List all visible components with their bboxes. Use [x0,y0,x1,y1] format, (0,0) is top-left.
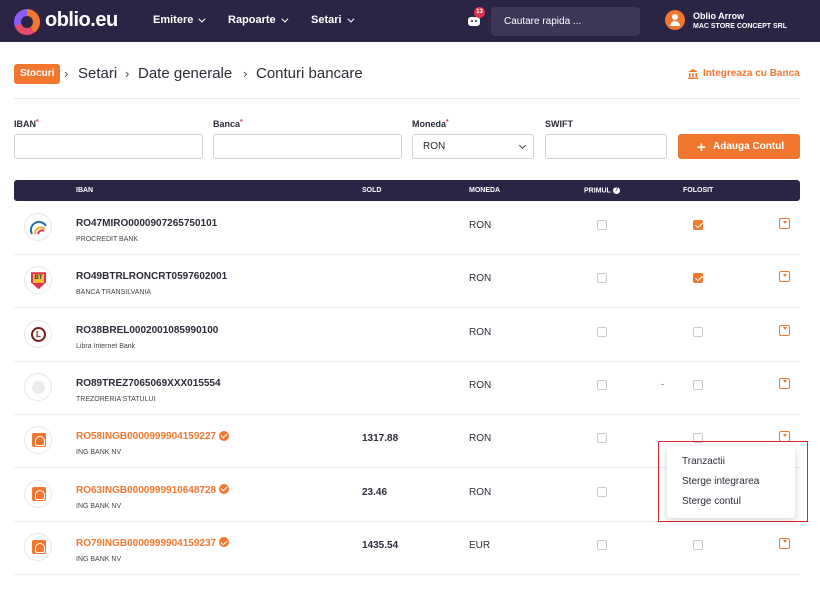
bank-icon [688,69,698,79]
add-account-button[interactable]: + Adauga Contul [678,134,800,159]
libra-logo-icon: L [24,319,52,348]
swift-label: SWIFT [545,119,573,129]
th-folosit: FOLOSIT [683,187,714,194]
menu-item-sterge-integrarea[interactable]: Sterge integrarea [682,476,759,487]
row-dropdown-button[interactable] [779,537,790,549]
divider [14,98,800,99]
currency-value: RON [469,486,492,498]
primul-checkbox[interactable] [597,379,607,390]
row-dropdown-button[interactable] [779,377,790,389]
folosit-checkbox[interactable] [693,273,703,284]
chevron-down-icon [518,141,527,150]
currency-value: RON [469,433,492,445]
th-moneda: MONEDA [469,187,501,194]
user-avatar-icon[interactable] [665,10,685,30]
primul-checkbox[interactable] [597,486,607,497]
bank-name: ING BANK NV [76,449,122,457]
folosit-checkbox[interactable] [693,220,703,230]
sold-value: 23.46 [362,486,388,498]
bank-name: PROCREDIT BANK [76,236,139,243]
nav-setari[interactable]: Setari [311,14,355,26]
row-dropdown-button[interactable] [779,218,790,229]
iban-value: RO89TREZ7065069XXX015554 [76,377,221,389]
currency-value: EUR [469,539,491,551]
verified-check-icon [219,483,230,494]
table-row: RO89TREZ7065069XXX015554 TREZORERIA STATU… [14,362,800,415]
iban-label: IBAN* [14,119,39,129]
iban-value[interactable]: RO63INGB0000999910648728 [76,483,230,496]
table-row: BT RO49BTRLRONCRT0597602001 BANCA TRANSILV… [14,255,800,309]
table-row: RO79INGB0000999904159237 ING BANK NV 1435.… [14,522,800,575]
user-name[interactable]: Oblio Arrow [693,11,744,21]
primul-checkbox[interactable] [597,433,607,444]
folosit-checkbox[interactable] [693,326,703,337]
trezorerie-logo-icon [24,372,52,401]
bank-name: TREZORERIA STATULUI [76,395,156,403]
user-company[interactable]: MAC STORE CONCEPT SRL [693,23,787,30]
breadcrumb-separator: › [64,66,69,81]
table-row: RO47MIRO0000907265750101 PROCREDIT BANK RO… [14,202,800,255]
procredit-logo-icon [24,213,52,241]
integrate-bank-link[interactable]: Integreaza cu Banca [703,68,800,79]
iban-value: RO38BREL0002001085990100 [76,324,219,336]
bank-label: Banca* [213,119,243,129]
swift-input[interactable] [545,134,667,159]
menu-item-sterge-contul[interactable]: Sterge contul [682,496,741,507]
currency-select[interactable]: RON [412,134,534,159]
table-row: L RO38BREL0002001085990100 Libra Internet … [14,309,800,362]
th-sold: SOLD [362,187,382,194]
row-dropdown-button[interactable] [779,324,790,336]
bank-name: Libra Internet Bank [76,342,136,350]
row-context-menu: Tranzactii Sterge integrarea Sterge cont… [667,446,795,518]
breadcrumb-date-generale[interactable]: Date generale [138,65,232,82]
bt-logo-icon: BT [24,266,52,295]
iban-value[interactable]: RO58INGB0000999904159227 [76,430,230,442]
verified-check-icon [219,537,230,548]
currency-value: RON [469,220,492,231]
iban-value[interactable]: RO79INGB0000999904159237 [76,537,230,549]
ing-logo-icon [24,479,52,508]
ing-logo-icon [24,426,52,455]
top-navbar [0,0,820,42]
breadcrumb-separator: › [125,66,130,81]
sold-value: 1435.54 [362,539,399,551]
iban-input[interactable] [14,134,203,159]
primul-checkbox[interactable] [597,539,607,550]
primul-checkbox[interactable] [597,326,607,337]
folosit-checkbox[interactable] [693,539,703,550]
currency-label: Moneda* [412,119,449,129]
app-logo-text[interactable]: oblio.eu [45,9,118,32]
nav-emitere[interactable]: Emitere [153,14,206,26]
plus-icon: + [697,139,706,156]
currency-value: RON [469,379,492,391]
folosit-checkbox[interactable] [693,379,703,390]
stocuri-badge[interactable]: Stocuri [14,64,61,84]
bank-input[interactable] [213,134,402,159]
bank-name: ING BANK NV [76,555,122,563]
notification-badge: 13 [474,7,485,18]
primul-checkbox[interactable] [597,220,607,230]
iban-value: RO47MIRO0000907265750101 [76,218,218,229]
iban-value: RO49BTRLRONCRT0597602001 [76,271,228,283]
bank-name: BANCA TRANSILVANIA [76,289,152,297]
page-title: Conturi bancare [256,65,363,82]
breadcrumb-separator: › [243,66,248,81]
th-primul: PRIMUL? [584,187,620,195]
bank-name: ING BANK NV [76,502,122,510]
primul-checkbox[interactable] [597,273,607,284]
sold-value: 1317.88 [362,433,399,445]
verified-check-icon [219,430,230,441]
currency-value: RON [469,273,492,285]
row-dropdown-button[interactable] [779,271,790,283]
th-iban: IBAN [76,187,94,194]
ing-logo-icon [24,532,52,561]
oblio-logo-icon[interactable] [14,9,40,35]
menu-item-tranzactii[interactable]: Tranzactii [682,456,725,467]
quick-search-input[interactable] [491,7,640,36]
currency-value: RON [469,326,492,338]
help-icon[interactable]: ? [612,187,620,194]
separator-dash: - [661,378,664,389]
nav-rapoarte[interactable]: Rapoarte [228,14,289,26]
breadcrumb-setari[interactable]: Setari [78,65,117,82]
